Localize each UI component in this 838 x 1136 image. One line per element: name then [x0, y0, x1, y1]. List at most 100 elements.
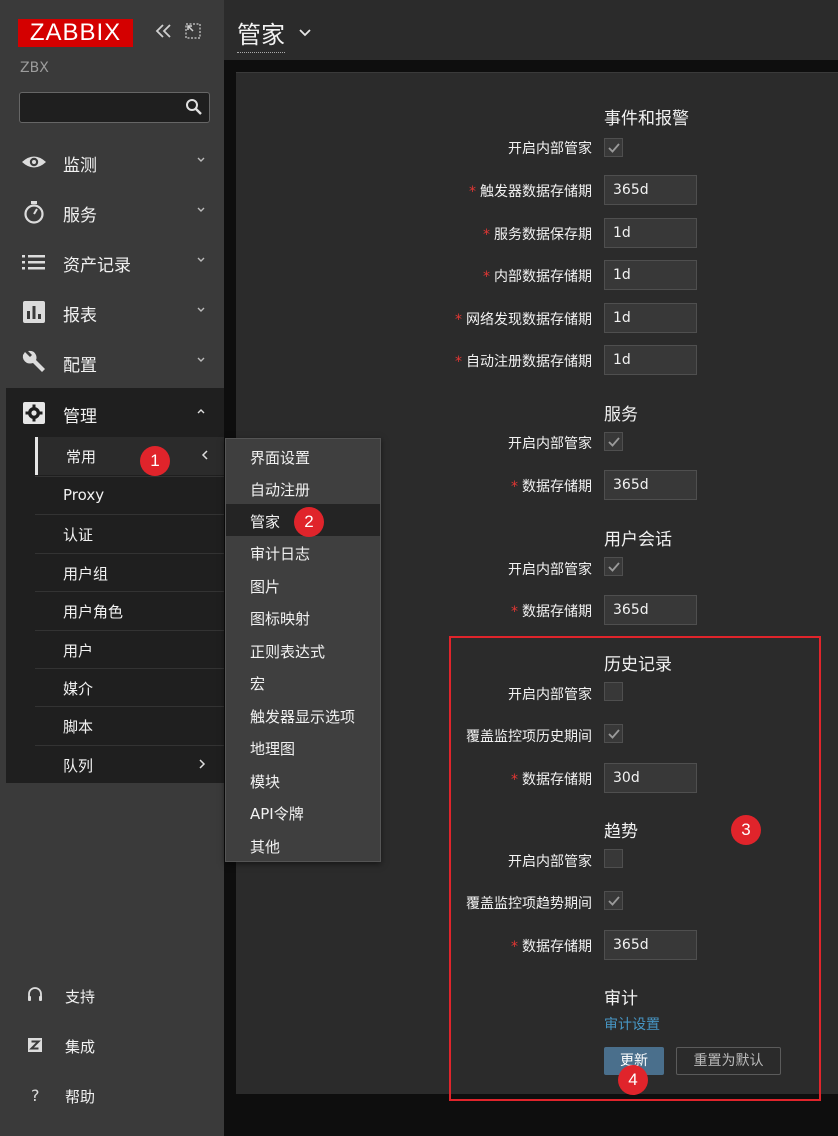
service-period-input[interactable]: 1d	[604, 218, 697, 248]
submenu-item-other[interactable]: 其他	[226, 829, 380, 861]
sidebar-item-media[interactable]: 媒介	[35, 668, 224, 706]
submenu-item-geomaps[interactable]: 地理图	[226, 731, 380, 763]
sidebar-item-proxy-label: Proxy	[63, 486, 105, 504]
page-title[interactable]: 管家	[237, 15, 285, 53]
services-period-label: * 数据存储期	[511, 476, 592, 496]
sidebar-item-user-roles[interactable]: 用户角色	[35, 591, 224, 629]
required-mark: *	[511, 604, 518, 620]
submenu-item-label: API令牌	[250, 805, 304, 823]
chevron-down-icon	[196, 304, 208, 316]
instance-name: ZBX	[20, 60, 49, 76]
collapse-sidebar-icon[interactable]	[153, 20, 175, 42]
zabbix-logo[interactable]: ZABBIX	[18, 19, 133, 47]
nav-monitoring[interactable]: 监测	[0, 137, 224, 187]
submenu-item-icon-mapping[interactable]: 图标映射	[226, 601, 380, 633]
nav-monitoring-label: 监测	[63, 156, 97, 176]
submenu-item-label: 图标映射	[250, 610, 311, 628]
nav-services[interactable]: 服务	[0, 187, 224, 237]
footer-help[interactable]: ? 帮助	[0, 1076, 224, 1116]
service-period-label: * 服务数据保存期	[483, 224, 592, 244]
sidebar-item-queue[interactable]: 队列	[35, 745, 224, 783]
search-icon[interactable]	[185, 98, 203, 116]
submenu-item-gui[interactable]: 界面设置	[226, 440, 380, 472]
submenu-item-label: 正则表达式	[250, 643, 326, 661]
autoreg-period-input[interactable]: 1d	[604, 345, 697, 375]
general-submenu: 界面设置 自动注册 管家 审计日志 图片 图标映射 正则表达式 宏 触发器显示选…	[225, 438, 381, 862]
sidebar-item-users-label: 用户	[63, 642, 94, 660]
app-root: ZABBIX ZBX 监测 服务 资产记录 报表 配置 管理 常用 Proxy …	[0, 0, 838, 1136]
footer-help-label: 帮助	[65, 1088, 96, 1106]
sidebar: ZABBIX ZBX 监测 服务 资产记录 报表 配置 管理 常用 Proxy …	[0, 0, 224, 1136]
submenu-item-label: 其他	[250, 838, 281, 856]
required-mark: *	[455, 354, 462, 370]
autoreg-period-text: 自动注册数据存储期	[466, 354, 592, 370]
submenu-item-api-tokens[interactable]: API令牌	[226, 796, 380, 828]
required-mark: *	[483, 227, 490, 243]
nav-inventory[interactable]: 资产记录	[0, 237, 224, 287]
headset-icon	[26, 986, 44, 1004]
stopwatch-icon	[21, 200, 47, 224]
discovery-period-input[interactable]: 1d	[604, 303, 697, 333]
submenu-item-label: 界面设置	[250, 449, 311, 467]
kiosk-mode-icon[interactable]	[185, 23, 201, 39]
sessions-period-text: 数据存储期	[522, 604, 592, 620]
nav-reports[interactable]: 报表	[0, 287, 224, 337]
nav-configuration-label: 配置	[63, 356, 97, 376]
sidebar-item-users[interactable]: 用户	[35, 630, 224, 668]
sidebar-item-scripts-label: 脚本	[63, 718, 94, 736]
sessions-enable-checkbox[interactable]	[604, 557, 623, 576]
submenu-item-trigger-display[interactable]: 触发器显示选项	[226, 699, 380, 731]
page-header: 管家	[224, 0, 838, 60]
nav-administration[interactable]: 管理	[0, 388, 224, 438]
list-icon	[21, 250, 47, 274]
chevron-down-icon	[196, 254, 208, 266]
sessions-period-input[interactable]: 365d	[604, 595, 697, 625]
services-enable-checkbox[interactable]	[604, 432, 623, 451]
submenu-item-label: 审计日志	[250, 545, 311, 563]
nav-configuration[interactable]: 配置	[0, 337, 224, 387]
section-title-events: 事件和报警	[604, 109, 689, 129]
internal-period-input[interactable]: 1d	[604, 260, 697, 290]
sidebar-item-user-groups[interactable]: 用户组	[35, 553, 224, 591]
submenu-item-label: 地理图	[250, 740, 296, 758]
submenu-item-regex[interactable]: 正则表达式	[226, 634, 380, 666]
required-mark: *	[455, 312, 462, 328]
required-mark: *	[511, 479, 518, 495]
bar-chart-icon	[21, 300, 47, 324]
footer-support[interactable]: 支持	[0, 976, 224, 1016]
submenu-item-audit-log[interactable]: 审计日志	[226, 536, 380, 568]
annotation-badge-3: 3	[731, 815, 761, 845]
services-period-input[interactable]: 365d	[604, 470, 697, 500]
wrench-icon	[21, 350, 47, 374]
footer-integrations[interactable]: 集成	[0, 1026, 224, 1066]
internal-period-text: 内部数据存储期	[494, 269, 592, 285]
nav-inventory-label: 资产记录	[63, 256, 131, 276]
sidebar-item-media-label: 媒介	[63, 680, 94, 698]
chevron-down-icon	[196, 154, 208, 166]
sidebar-item-scripts[interactable]: 脚本	[35, 706, 224, 744]
sidebar-item-proxy[interactable]: Proxy	[35, 476, 224, 514]
gear-icon	[21, 401, 47, 425]
trigger-period-input[interactable]: 365d	[604, 175, 697, 205]
nav-reports-label: 报表	[63, 306, 97, 326]
submenu-item-label: 自动注册	[250, 481, 311, 499]
question-mark-icon: ?	[26, 1086, 44, 1105]
zabbix-z-icon	[26, 1036, 44, 1054]
search-input[interactable]	[19, 92, 210, 123]
chevron-down-icon[interactable]	[298, 24, 312, 37]
required-mark: *	[483, 269, 490, 285]
sidebar-item-general[interactable]: 常用	[35, 437, 224, 475]
submenu-item-images[interactable]: 图片	[226, 569, 380, 601]
sidebar-item-user-groups-label: 用户组	[63, 565, 109, 583]
submenu-item-macros[interactable]: 宏	[226, 666, 380, 698]
chevron-right-icon	[197, 756, 207, 774]
events-enable-checkbox[interactable]	[604, 138, 623, 157]
sessions-period-label: * 数据存储期	[511, 601, 592, 621]
annotation-badge-4: 4	[618, 1065, 648, 1095]
discovery-period-text: 网络发现数据存储期	[466, 312, 592, 328]
sidebar-item-queue-label: 队列	[63, 757, 94, 775]
submenu-item-modules[interactable]: 模块	[226, 764, 380, 796]
autoreg-period-label: * 自动注册数据存储期	[455, 351, 592, 371]
submenu-item-autoregistration[interactable]: 自动注册	[226, 472, 380, 504]
sidebar-item-authentication[interactable]: 认证	[35, 514, 224, 552]
